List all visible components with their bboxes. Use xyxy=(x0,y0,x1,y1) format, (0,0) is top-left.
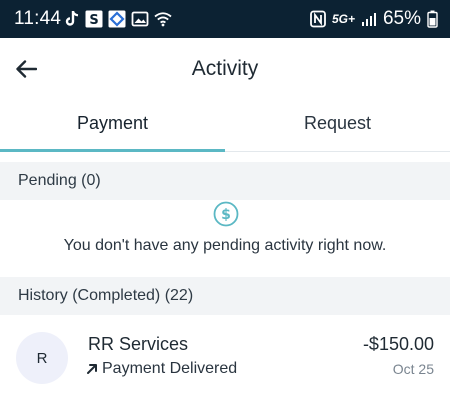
pending-empty-message: You don't have any pending activity righ… xyxy=(63,237,387,254)
transaction-status: Payment Delivered xyxy=(86,360,237,378)
s-app-icon: S xyxy=(85,10,103,28)
battery-icon xyxy=(427,10,438,28)
transaction-row[interactable]: R RR Services Payment Delivered -$150.00… xyxy=(0,318,450,401)
status-bar: 11:44 S 5G+ 65% xyxy=(0,0,450,38)
pending-section-title: Pending (0) xyxy=(18,172,101,189)
diamond-app-icon xyxy=(108,10,126,28)
active-tab-indicator xyxy=(0,149,225,152)
battery-percent: 65% xyxy=(382,8,421,29)
network-type: 5G+ xyxy=(331,12,355,26)
transaction-amount: -$150.00 xyxy=(362,334,434,354)
gallery-icon xyxy=(131,11,149,27)
signal-icon xyxy=(361,13,376,26)
svg-text:$: $ xyxy=(221,207,231,223)
history-section-title: History (Completed) (22) xyxy=(18,287,194,304)
arrow-up-right-icon xyxy=(87,364,97,374)
avatar-initial: R xyxy=(36,349,48,367)
tab-bar: Payment Request xyxy=(0,100,450,152)
app-bar: Activity xyxy=(0,38,450,100)
page-title: Activity xyxy=(191,57,259,80)
transaction-status-label: Payment Delivered xyxy=(102,360,238,377)
status-time: 11:44 xyxy=(14,8,62,29)
tab-request[interactable]: Request xyxy=(225,100,450,151)
tab-request-label: Request xyxy=(303,113,372,133)
wifi-icon xyxy=(154,12,172,27)
tiktok-icon xyxy=(65,11,79,26)
transaction-name: RR Services xyxy=(88,334,189,354)
transaction-date: Oct 25 xyxy=(392,361,434,377)
tab-payment-label: Payment xyxy=(76,113,149,133)
nfc-icon xyxy=(310,10,326,28)
avatar: R xyxy=(16,332,68,384)
dollar-circle-icon: $ xyxy=(213,201,239,227)
pending-section-header: Pending (0) xyxy=(0,162,450,200)
svg-text:S: S xyxy=(89,13,98,28)
notification-icons: S xyxy=(64,9,172,29)
tab-payment[interactable]: Payment xyxy=(0,100,225,152)
history-section-header: History (Completed) (22) xyxy=(0,277,450,315)
system-icons: 5G+ 65% xyxy=(310,8,438,30)
